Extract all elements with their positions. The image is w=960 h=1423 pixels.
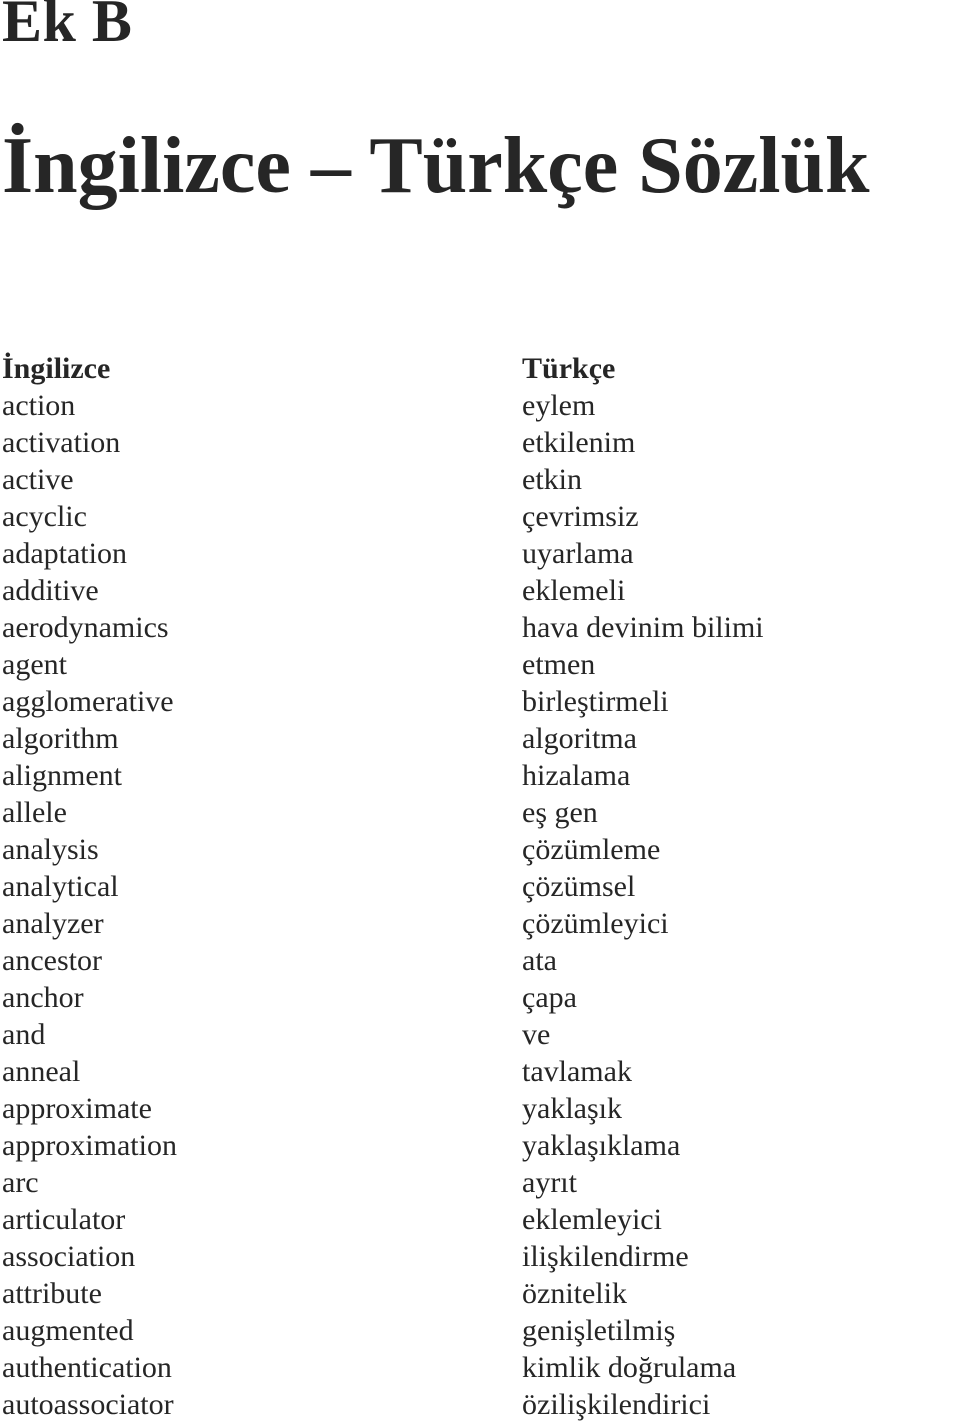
glossary-term-turkish: özilişkilendirici [522,1388,711,1421]
glossary-term-turkish: uyarlama [522,537,634,570]
glossary-row: approximate yaklaşık [0,1090,960,1127]
glossary-term-english: authentication [2,1351,172,1384]
glossary-term-english: adaptation [2,537,127,570]
glossary-term-english: analysis [2,833,99,866]
glossary-term-english: active [2,463,74,496]
glossary-row: and ve [0,1016,960,1053]
glossary-row: ancestor ata [0,942,960,979]
glossary-term-turkish: algoritma [522,722,637,755]
glossary-term-turkish: yaklaşık [522,1092,622,1125]
glossary-term-turkish: hizalama [522,759,631,792]
glossary-term-turkish: ata [522,944,557,977]
glossary-body: action eylem activation etkilenim active etki… [0,387,960,1423]
glossary-term-turkish: çözümleme [522,833,661,866]
glossary-term-english: articulator [2,1203,126,1236]
document-page: Ek B İngilizce – Türkçe Sözlük İngilizce… [0,0,960,1421]
glossary-term-turkish: tavlamak [522,1055,632,1088]
glossary-term-turkish: ve [522,1018,551,1051]
glossary-term-english: anchor [2,981,84,1014]
glossary-term-english: association [2,1240,136,1273]
glossary-term-turkish: yaklaşıklama [522,1129,681,1162]
glossary-row: analysis çözümleme [0,831,960,868]
glossary-term-english: augmented [2,1314,134,1347]
glossary-term-english: ancestor [2,944,102,977]
glossary-term-turkish: eş gen [522,796,598,829]
glossary-row: augmented genişletilmiş [0,1312,960,1349]
glossary-term-english: analytical [2,870,119,903]
glossary-row: anchor çapa [0,979,960,1016]
glossary-term-turkish: çevrimsiz [522,500,639,533]
glossary-term-turkish: etmen [522,648,596,681]
glossary-row: action eylem [0,387,960,424]
glossary-term-turkish: çapa [522,981,577,1014]
glossary-term-english: allele [2,796,67,829]
column-header-english: İngilizce [2,352,111,385]
glossary-term-turkish: çözümleyici [522,907,669,940]
glossary-term-turkish: öznitelik [522,1277,627,1310]
glossary-term-english: algorithm [2,722,119,755]
glossary-term-turkish: etkin [522,463,582,496]
glossary-term-turkish: hava devinim bilimi [522,611,764,644]
glossary-row: activation etkilenim [0,424,960,461]
glossary-term-turkish: çözümsel [522,870,636,903]
glossary-row: aerodynamics hava devinim bilimi [0,609,960,646]
glossary-term-english: agent [2,648,67,681]
glossary-row: agent etmen [0,646,960,683]
glossary-row: attribute öznitelik [0,1275,960,1312]
appendix-label: Ek B [2,0,133,54]
glossary-row: authentication kimlik doğrulama [0,1349,960,1386]
glossary-term-english: alignment [2,759,122,792]
glossary-term-english: additive [2,574,99,607]
glossary-term-turkish: etkilenim [522,426,636,459]
glossary-row: alignment hizalama [0,757,960,794]
glossary-term-turkish: eklemeli [522,574,626,607]
glossary-term-english: autoassociator [2,1388,174,1421]
glossary-row: articulator eklemleyici [0,1201,960,1238]
glossary-row: association ilişkilendirme [0,1238,960,1275]
glossary-row: agglomerative birleştirmeli [0,683,960,720]
glossary-term-turkish: eklemleyici [522,1203,662,1236]
glossary-term-english: and [2,1018,46,1051]
glossary-header-row: İngilizce Türkçe [0,350,960,387]
glossary-term-turkish: kimlik doğrulama [522,1351,737,1384]
glossary-term-english: approximation [2,1129,177,1162]
glossary-term-english: acyclic [2,500,87,533]
glossary-term-turkish: genişletilmiş [522,1314,676,1347]
glossary-row: adaptation uyarlama [0,535,960,572]
glossary-row: arc ayrıt [0,1164,960,1201]
glossary-row: allele eş gen [0,794,960,831]
glossary-row: acyclic çevrimsiz [0,498,960,535]
glossary-term-english: aerodynamics [2,611,169,644]
glossary-table: İngilizce Türkçe action eylem activation et… [0,350,960,1423]
glossary-row: approximation yaklaşıklama [0,1127,960,1164]
glossary-row: additive eklemeli [0,572,960,609]
column-header-turkish: Türkçe [522,352,616,385]
glossary-term-turkish: ilişkilendirme [522,1240,689,1273]
glossary-term-turkish: ayrıt [522,1166,577,1199]
glossary-term-english: attribute [2,1277,102,1310]
glossary-term-turkish: eylem [522,389,596,422]
glossary-term-english: activation [2,426,121,459]
glossary-term-turkish: birleştirmeli [522,685,669,718]
glossary-term-english: action [2,389,76,422]
glossary-term-english: approximate [2,1092,152,1125]
glossary-row: analytical çözümsel [0,868,960,905]
glossary-row: active etkin [0,461,960,498]
glossary-row: autoassociator özilişkilendirici [0,1386,960,1423]
glossary-term-english: analyzer [2,907,104,940]
page-title: İngilizce – Türkçe Sözlük [2,122,870,210]
glossary-row: analyzer çözümleyici [0,905,960,942]
glossary-term-english: agglomerative [2,685,174,718]
glossary-term-english: arc [2,1166,39,1199]
glossary-term-english: anneal [2,1055,81,1088]
glossary-row: algorithm algoritma [0,720,960,757]
glossary-row: anneal tavlamak [0,1053,960,1090]
